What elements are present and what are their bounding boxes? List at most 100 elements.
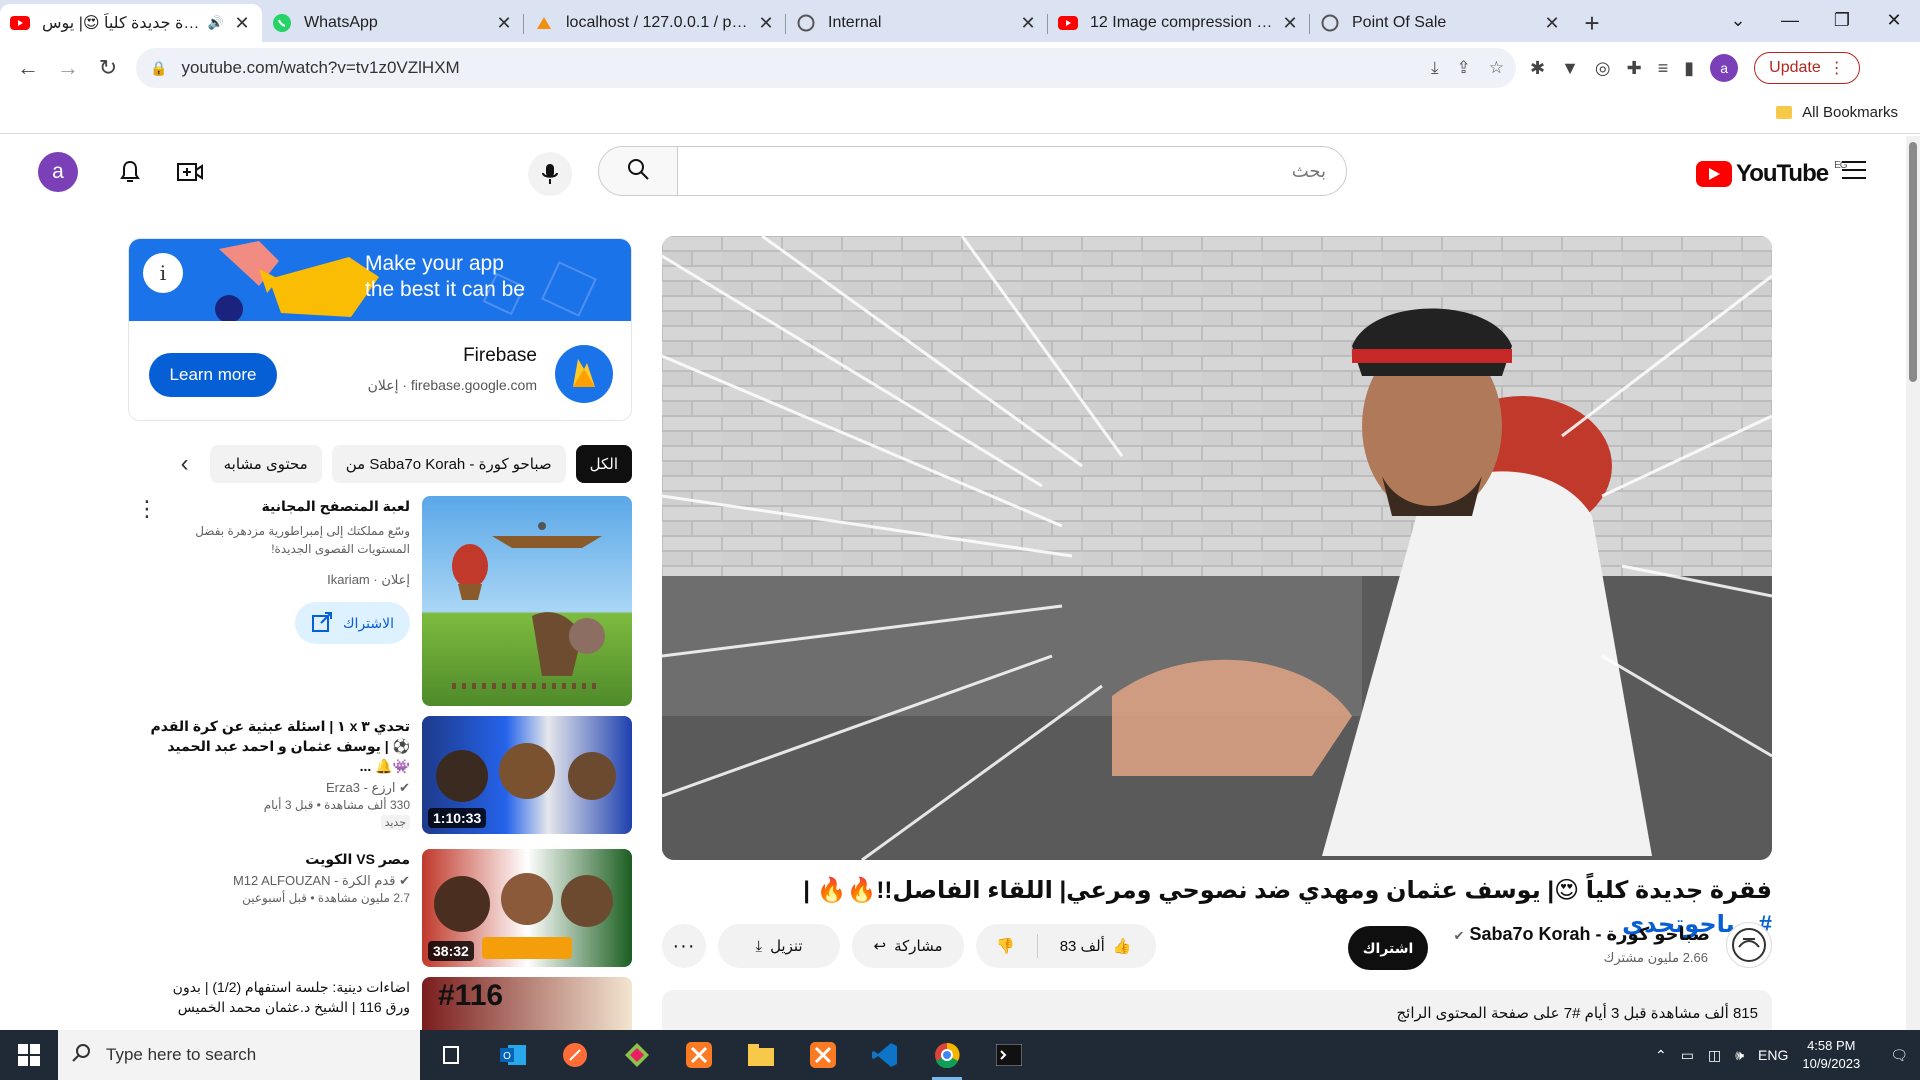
- address-bar[interactable]: 🔒 youtube.com/watch?v=tv1z0VZlHXM ⤓ ⇪ ☆: [136, 48, 1516, 88]
- learn-more-button[interactable]: Learn more: [149, 353, 277, 397]
- file-explorer-icon[interactable]: [730, 1030, 792, 1080]
- youtube-logo[interactable]: YouTube EG: [1696, 160, 1848, 188]
- profile-avatar[interactable]: a: [1710, 54, 1739, 82]
- related-filter-chips: الكل من Saba7o Korah - صباحو كورة محتوى …: [128, 444, 632, 484]
- close-tab-icon[interactable]: ✕: [494, 13, 514, 34]
- channel-name[interactable]: صباحو كورة - Saba7o Korah ✔: [1454, 924, 1710, 945]
- chip-all[interactable]: الكل: [575, 445, 632, 483]
- git-client-icon[interactable]: [606, 1030, 668, 1080]
- page-scrollbar[interactable]: [1906, 136, 1920, 1030]
- xampp-icon[interactable]: [668, 1030, 730, 1080]
- video-player[interactable]: [662, 236, 1772, 860]
- close-window-icon[interactable]: ✕: [1868, 0, 1920, 40]
- chip-similar[interactable]: محتوى مشابه: [209, 445, 322, 483]
- notifications-bell-icon[interactable]: [114, 156, 146, 188]
- minimize-icon[interactable]: —: [1764, 0, 1816, 40]
- windows-start-icon[interactable]: [0, 1030, 58, 1080]
- menu-hamburger-icon[interactable]: [1842, 158, 1866, 182]
- more-actions-icon[interactable]: ⋮: [136, 496, 158, 522]
- volume-icon[interactable]: 🕪: [1735, 1047, 1744, 1064]
- game-ad-title[interactable]: لعبة المتصفح المجانية: [150, 496, 410, 516]
- share-button[interactable]: ↩ مشاركة: [852, 924, 964, 968]
- outlook-icon[interactable]: O: [482, 1030, 544, 1080]
- related-video-item[interactable]: 38:32 مصر VS الكويت ✔ قدم الكرة - M12 AL…: [128, 849, 632, 967]
- tab-youtube-video[interactable]: فقرة جديدة كلياً 😍| يوس... 🔊 ✕: [0, 4, 262, 42]
- ad-banner[interactable]: i Make your app the best it can be: [129, 239, 631, 321]
- game-ad-item[interactable]: لعبة المتصفح المجانية وسّع مملكتك إلى إم…: [128, 496, 632, 706]
- svg-text:O: O: [503, 1051, 511, 1062]
- reload-icon[interactable]: ↻: [88, 48, 128, 88]
- channel-avatar[interactable]: [1726, 922, 1772, 968]
- extension-circle-icon[interactable]: ◎: [1595, 58, 1611, 79]
- related-video-thumbnail[interactable]: #116: [422, 977, 632, 1030]
- side-panel-icon[interactable]: ▮: [1684, 58, 1694, 79]
- bookmark-star-icon[interactable]: ☆: [1489, 58, 1504, 78]
- like-icon[interactable]: 👍: [1113, 937, 1132, 955]
- clock[interactable]: 4:58 PM 10/9/2023: [1802, 1037, 1860, 1073]
- chevron-left-icon[interactable]: ‹: [170, 450, 200, 478]
- extension-bug-icon[interactable]: ✱: [1530, 58, 1545, 79]
- related-video-item[interactable]: #116 اضاءات دينية: جلسة استفهام (1/2) | …: [128, 977, 632, 1030]
- chrome-icon[interactable]: [916, 1030, 978, 1080]
- download-button[interactable]: ⤓ تنزيل: [718, 924, 840, 968]
- media-control-icon[interactable]: ≡: [1658, 58, 1669, 79]
- speaker-icon[interactable]: 🔊: [208, 15, 224, 31]
- tab-internal[interactable]: Internal ✕: [786, 4, 1048, 42]
- taskbar-search-placeholder: Type here to search: [106, 1045, 257, 1064]
- extension-v-icon[interactable]: ▼: [1561, 58, 1579, 79]
- chip-from-channel[interactable]: من Saba7o Korah - صباحو كورة: [331, 445, 566, 483]
- search-input[interactable]: بحث: [677, 146, 1347, 196]
- chevron-up-icon[interactable]: ⌃: [1655, 1047, 1667, 1064]
- close-tab-icon[interactable]: ✕: [1542, 13, 1562, 34]
- scrollbar-thumb[interactable]: [1909, 142, 1917, 382]
- game-ad-thumbnail[interactable]: [422, 496, 632, 706]
- new-tab-button[interactable]: +: [1572, 4, 1612, 42]
- voice-search-mic-icon[interactable]: [528, 152, 572, 196]
- puzzle-icon[interactable]: ✚: [1627, 58, 1642, 79]
- youtube-icon: [10, 13, 30, 33]
- postman-icon[interactable]: [544, 1030, 606, 1080]
- subscribe-button[interactable]: اشتراك: [1348, 926, 1428, 970]
- install-icon[interactable]: ⤓: [1431, 58, 1439, 78]
- all-bookmarks[interactable]: All Bookmarks: [1776, 104, 1898, 121]
- related-video-title[interactable]: اضاءات دينية: جلسة استفهام (1/2) | بدون …: [150, 977, 410, 1017]
- tab-whatsapp[interactable]: WhatsApp ✕: [262, 4, 524, 42]
- tab-image-compression[interactable]: 12 Image compression part ✕: [1048, 4, 1310, 42]
- forward-icon[interactable]: →: [48, 48, 88, 88]
- like-count[interactable]: 83 ألف: [1060, 937, 1105, 955]
- language-indicator[interactable]: ENG: [1758, 1047, 1788, 1063]
- tab-search-icon[interactable]: ⌄: [1712, 0, 1764, 40]
- close-tab-icon[interactable]: ✕: [756, 13, 776, 34]
- notifications-icon[interactable]: 🗨: [1890, 1047, 1908, 1064]
- firebase-ad-card[interactable]: i Make your app the best it can be Learn …: [128, 238, 632, 421]
- search-button[interactable]: [598, 146, 678, 196]
- account-avatar[interactable]: a: [38, 152, 78, 192]
- vscode-icon[interactable]: [854, 1030, 916, 1080]
- related-video-title[interactable]: تحدي ٣ x ١ | اسئلة عبثية عن كرة القدم ⚽ …: [150, 716, 410, 776]
- game-ad-subscribe-button[interactable]: الاشتراك: [295, 602, 410, 644]
- ad-info-icon[interactable]: i: [143, 253, 183, 293]
- restore-icon[interactable]: ❐: [1816, 0, 1868, 40]
- tab-point-of-sale[interactable]: Point Of Sale ✕: [1310, 4, 1572, 42]
- back-icon[interactable]: ←: [8, 48, 48, 88]
- related-video-title[interactable]: مصر VS الكويت: [150, 849, 410, 869]
- task-view-icon[interactable]: [420, 1030, 482, 1080]
- share-icon[interactable]: ⇪: [1457, 58, 1471, 78]
- battery-icon[interactable]: ▭: [1681, 1047, 1694, 1064]
- update-button[interactable]: Update ⋮: [1754, 52, 1860, 84]
- more-actions-button[interactable]: ···: [662, 924, 706, 968]
- network-icon[interactable]: ◫: [1708, 1047, 1721, 1064]
- related-video-thumbnail[interactable]: 38:32: [422, 849, 632, 967]
- xampp-control-icon[interactable]: [792, 1030, 854, 1080]
- tab-phpmyadmin[interactable]: localhost / 127.0.0.1 / pos / ✕: [524, 4, 786, 42]
- related-video-item[interactable]: 1:10:33 تحدي ٣ x ١ | اسئلة عبثية عن كرة …: [128, 716, 632, 834]
- close-tab-icon[interactable]: ✕: [1280, 13, 1300, 34]
- dislike-icon[interactable]: 👎: [996, 937, 1015, 955]
- create-video-icon[interactable]: [174, 156, 206, 188]
- terminal-icon[interactable]: [978, 1030, 1040, 1080]
- related-video-thumbnail[interactable]: 1:10:33: [422, 716, 632, 834]
- lock-icon[interactable]: 🔒: [150, 60, 167, 77]
- close-tab-icon[interactable]: ✕: [232, 13, 252, 34]
- taskbar-search[interactable]: Type here to search: [58, 1030, 420, 1080]
- close-tab-icon[interactable]: ✕: [1018, 13, 1038, 34]
